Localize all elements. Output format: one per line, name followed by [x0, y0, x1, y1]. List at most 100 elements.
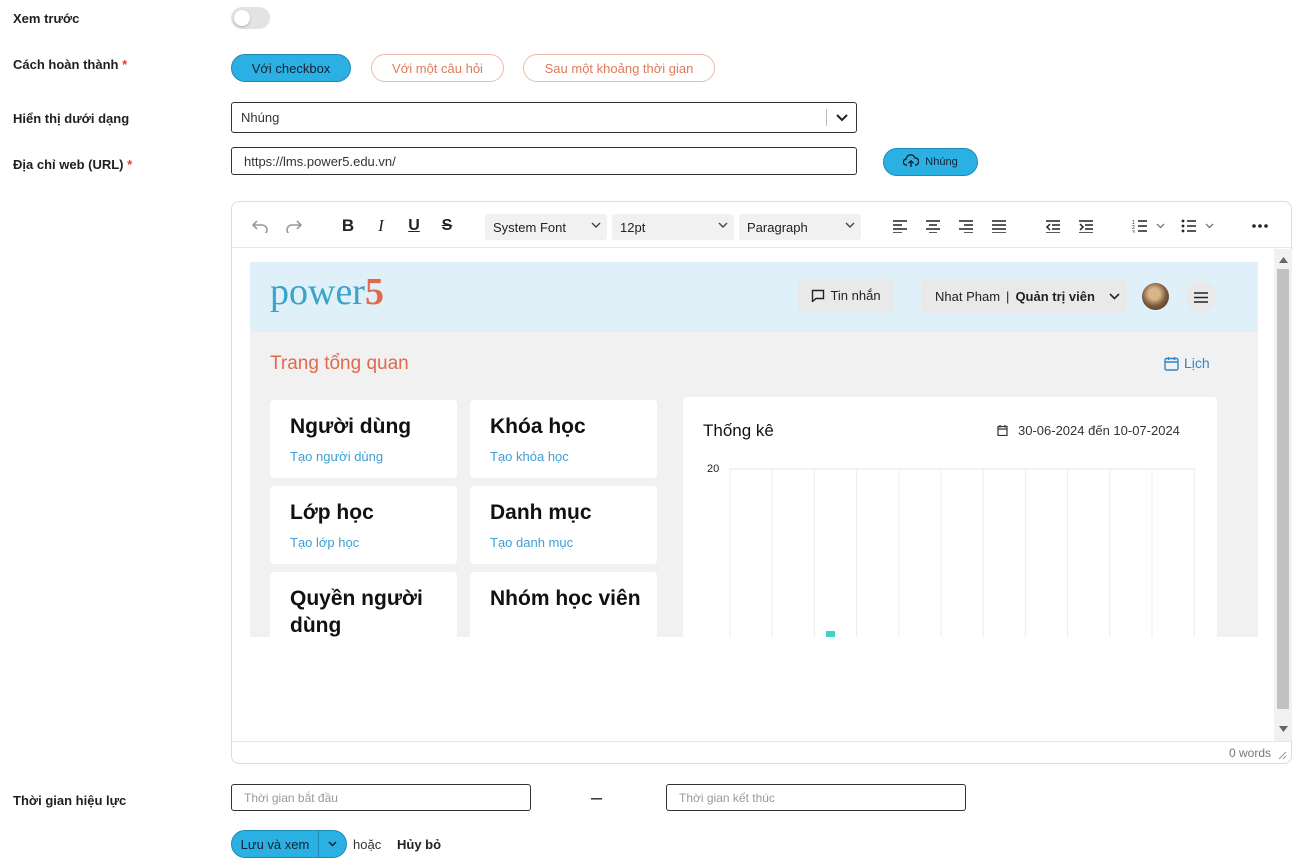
card-classes[interactable]: Lớp học Tạo lớp học	[270, 486, 457, 564]
numbered-list-icon[interactable]: 123	[1128, 214, 1168, 238]
editor-statusbar: 0 words	[232, 741, 1291, 764]
scroll-down-icon[interactable]	[1279, 726, 1288, 732]
undo-icon[interactable]	[248, 214, 272, 238]
chevron-down-icon	[328, 841, 337, 847]
calendar-link[interactable]: Lịch	[1164, 355, 1210, 371]
completion-label-text: Cách hoàn thành	[13, 57, 119, 72]
card-categories[interactable]: Danh mục Tạo danh mục	[470, 486, 657, 564]
embedded-header: power 5 Tin nhắn Nhat Pham | Quản trị vi…	[250, 262, 1258, 332]
cancel-link[interactable]: Hủy bỏ	[397, 837, 441, 852]
chevron-down-icon	[845, 222, 855, 228]
menu-icon	[1194, 291, 1208, 303]
validity-label: Thời gian hiệu lực	[13, 793, 127, 808]
completion-option-checkbox[interactable]: Với checkbox	[231, 54, 351, 82]
card-title: Quyền người dùng	[290, 587, 423, 637]
required-mark: *	[122, 57, 128, 72]
card-student-groups[interactable]: Nhóm học viên	[470, 572, 657, 637]
word-count: 0 words	[1228, 746, 1271, 760]
resize-handle-icon[interactable]	[1278, 751, 1287, 760]
card-subtitle[interactable]: Tạo người dùng	[290, 449, 383, 464]
cloud-upload-icon	[902, 153, 920, 171]
card-subtitle[interactable]: Tạo khóa học	[490, 449, 569, 464]
preview-label: Xem trước	[13, 11, 80, 26]
logo-text: power	[270, 271, 365, 313]
strikethrough-icon[interactable]: S	[435, 214, 459, 238]
display-label: Hiển thị dưới dạng	[13, 111, 130, 126]
calendar-icon	[997, 425, 1008, 436]
card-title: Lớp học	[290, 501, 374, 524]
block-format-value: Paragraph	[747, 219, 808, 235]
display-select-value: Nhúng	[241, 110, 280, 125]
page-title: Trang tổng quan	[270, 353, 409, 374]
or-text: hoặc	[353, 837, 382, 852]
more-icon[interactable]	[1248, 214, 1272, 238]
card-subtitle[interactable]: Tạo lớp học	[290, 535, 359, 550]
rich-text-editor: B I U S System Font 12pt Paragraph 123 p…	[231, 201, 1292, 764]
power5-logo: power 5	[270, 271, 384, 313]
embedded-iframe[interactable]: power 5 Tin nhắn Nhat Pham | Quản trị vi…	[250, 262, 1258, 637]
editor-toolbar: B I U S System Font 12pt Paragraph 123	[232, 202, 1291, 248]
italic-icon[interactable]: I	[369, 214, 393, 238]
bullet-list-icon[interactable]	[1177, 214, 1217, 238]
user-name: Nhat Pham	[935, 288, 1001, 304]
calendar-link-label: Lịch	[1184, 355, 1210, 371]
card-title: Nhóm học viên	[490, 587, 641, 610]
outdent-icon[interactable]	[1041, 214, 1065, 238]
chevron-down-icon	[827, 113, 856, 122]
logo-digit: 5	[364, 271, 384, 313]
stats-date-range[interactable]: 30-06-2024 đến 10-07-2024	[997, 423, 1180, 438]
align-right-icon[interactable]	[954, 214, 978, 238]
completion-label: Cách hoàn thành *	[13, 57, 127, 72]
align-center-icon[interactable]	[921, 214, 945, 238]
underline-icon[interactable]: U	[402, 214, 426, 238]
completion-option-time[interactable]: Sau một khoảng thời gian	[523, 54, 715, 82]
messages-button[interactable]: Tin nhắn	[798, 280, 894, 311]
stats-title: Thống kê	[703, 421, 774, 440]
save-dropdown-button[interactable]	[319, 841, 346, 847]
range-dash: –	[591, 787, 603, 809]
user-separator: |	[1006, 288, 1010, 304]
save-and-view-button[interactable]: Lưu và xem	[232, 831, 319, 857]
card-users[interactable]: Người dùng Tạo người dùng	[270, 400, 457, 478]
stats-panel: Thống kê 30-06-2024 đến 10-07-2024 20	[683, 397, 1217, 637]
completion-option-question[interactable]: Với một câu hỏi	[371, 54, 504, 82]
url-input[interactable]: https://lms.power5.edu.vn/	[231, 147, 857, 175]
editor-scrollbar[interactable]	[1274, 249, 1292, 741]
preview-toggle[interactable]	[231, 7, 270, 29]
hamburger-menu-button[interactable]	[1186, 282, 1216, 312]
user-menu-button[interactable]: Nhat Pham | Quản trị viên	[921, 279, 1127, 313]
chevron-down-icon	[1109, 292, 1120, 300]
chart-gridlines	[729, 468, 1195, 637]
card-courses[interactable]: Khóa học Tạo khóa học	[470, 400, 657, 478]
avatar[interactable]	[1142, 283, 1169, 310]
font-family-select[interactable]: System Font	[485, 214, 607, 240]
redo-icon[interactable]	[282, 214, 306, 238]
bold-icon[interactable]: B	[336, 214, 360, 238]
start-time-input[interactable]: Thời gian bắt đầu	[231, 784, 531, 811]
embed-button[interactable]: Nhúng	[883, 148, 978, 176]
align-justify-icon[interactable]	[987, 214, 1011, 238]
font-size-select[interactable]: 12pt	[612, 214, 734, 240]
scroll-thumb[interactable]	[1277, 269, 1289, 709]
display-select[interactable]: Nhúng	[231, 102, 857, 133]
svg-text:3: 3	[1132, 230, 1135, 233]
date-range-text: 30-06-2024 đến 10-07-2024	[1018, 423, 1180, 438]
y-axis-max-label: 20	[707, 463, 720, 475]
chevron-down-icon	[718, 222, 728, 228]
toggle-knob	[234, 10, 250, 26]
indent-icon[interactable]	[1074, 214, 1098, 238]
font-family-value: System Font	[493, 219, 566, 235]
chat-icon	[812, 289, 825, 302]
url-label-text: Địa chỉ web (URL)	[13, 157, 124, 172]
editor-content[interactable]: power 5 Tin nhắn Nhat Pham | Quản trị vi…	[233, 249, 1292, 741]
scroll-up-icon[interactable]	[1279, 257, 1288, 263]
align-left-icon[interactable]	[888, 214, 912, 238]
user-role: Quản trị viên	[1015, 288, 1095, 304]
card-permissions[interactable]: Quyền người dùng	[270, 572, 457, 637]
card-subtitle[interactable]: Tạo danh mục	[490, 535, 573, 550]
card-title: Người dùng	[290, 415, 412, 438]
end-time-input[interactable]: Thời gian kết thúc	[666, 784, 966, 811]
calendar-icon	[1164, 356, 1179, 371]
block-format-select[interactable]: Paragraph	[739, 214, 861, 240]
chart-bar	[826, 631, 835, 637]
